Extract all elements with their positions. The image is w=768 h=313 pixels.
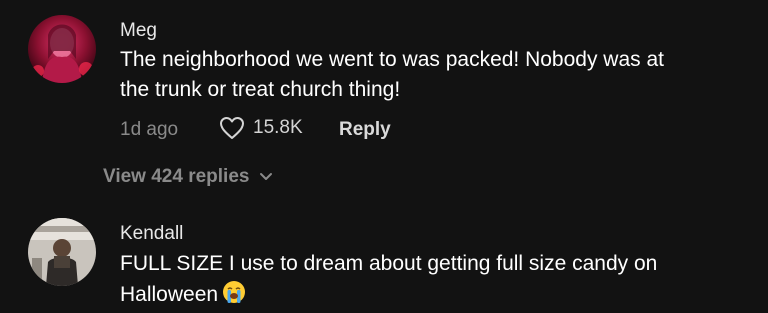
profile-photo-icon <box>28 218 96 286</box>
comment-item: Kendall FULL SIZE I use to dream about g… <box>0 0 768 309</box>
comment-username[interactable]: Kendall <box>120 223 183 245</box>
loudly-crying-face-icon <box>222 280 246 313</box>
avatar[interactable] <box>28 218 96 286</box>
comment-text-line: FULL SIZE I use to dream about getting f… <box>120 252 658 275</box>
comment-text-fragment: Halloween <box>120 283 219 306</box>
comment-text-line: Halloween <box>120 280 246 313</box>
